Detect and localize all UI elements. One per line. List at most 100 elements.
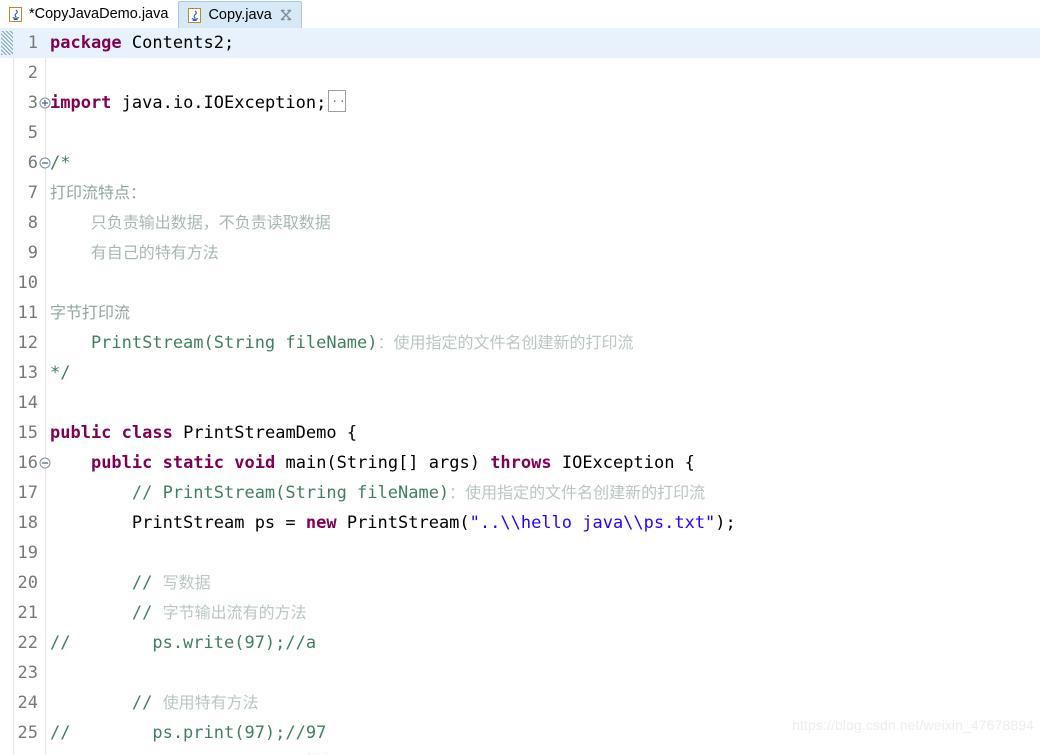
code-line[interactable]: 21 // 字节输出流有的方法 (0, 598, 1040, 628)
code-line[interactable]: 13 */ (0, 358, 1040, 388)
code-token: Contents2; (121, 33, 235, 53)
code-line-text: // PrintStream(String fileName)：使用指定的文件名… (50, 478, 705, 508)
code-token: // ps.write(97);//a (50, 633, 317, 653)
code-line[interactable]: 7 打印流特点： (0, 178, 1040, 208)
line-number: 6 (27, 153, 38, 173)
code-line[interactable]: 18 PrintStream ps = new PrintStream("..\… (0, 508, 1040, 538)
code-token: 打印流特点： (50, 183, 147, 202)
collapsed-code-box[interactable] (328, 87, 347, 117)
line-number: 13 (17, 363, 38, 383)
code-line[interactable]: 1 package Contents2; (0, 28, 1040, 58)
code-token: PrintStream( (336, 513, 470, 533)
line-number: 12 (17, 333, 38, 353)
code-line-text: // 字节输出流有的方法 (50, 598, 307, 628)
code-token: ：使用指定的文件名创建新的打印流 (449, 483, 706, 502)
editor-tab-bar: *CopyJavaDemo.java Copy.java (0, 0, 1040, 28)
code-line-text: // ps.write(97);//a (50, 628, 316, 658)
code-line-text: 只负责输出数据，不负责读取数据 (50, 208, 331, 238)
code-token: import (50, 93, 112, 113)
code-token: PrintStream ps = (50, 513, 306, 533)
code-token: void (234, 453, 276, 473)
close-icon[interactable] (280, 9, 292, 21)
code-token: // (50, 693, 163, 713)
code-token: PrintStream(String fileName) (50, 333, 378, 353)
line-number: 21 (17, 603, 38, 623)
code-editor[interactable]: 1 package Contents2; 2 3 import java.io.IOEx… (0, 28, 1040, 755)
code-line[interactable]: 2 (0, 58, 1040, 88)
code-token: 写数据 (162, 573, 211, 592)
code-token: package (50, 33, 122, 53)
java-file-icon (8, 7, 23, 22)
code-token: // (50, 573, 163, 593)
code-line[interactable]: 19 (0, 538, 1040, 568)
code-token: public (90, 453, 153, 473)
code-token: // ps.print(97);//97 (50, 723, 327, 743)
code-line[interactable]: 9 有自己的特有方法 (0, 238, 1040, 268)
code-line[interactable]: 23 (0, 658, 1040, 688)
code-line[interactable]: 6 /* (0, 148, 1040, 178)
code-line[interactable]: 17 // PrintStream(String fileName)：使用指定的… (0, 478, 1040, 508)
line-number: 16 (17, 453, 38, 473)
code-line-text: // ps.print(97);//97 (50, 718, 326, 748)
code-line[interactable]: 10 (0, 268, 1040, 298)
code-token: 字节输出流有的方法 (162, 603, 307, 622)
code-token: 使用特有方法 (162, 693, 259, 712)
line-number: 24 (17, 693, 38, 713)
code-line-text: */ (50, 358, 70, 388)
line-number: 25 (17, 723, 38, 743)
code-line-text: package Contents2; (50, 28, 234, 58)
editor-tab-label: Copy.java (208, 6, 272, 23)
line-number: 11 (17, 303, 38, 323)
code-token: 只负责输出数据，不负责读取数据 (50, 213, 331, 232)
code-line[interactable]: 5 (0, 118, 1040, 148)
line-number: 10 (17, 273, 38, 293)
line-number: 18 (17, 513, 38, 533)
editor-tab-active[interactable]: Copy.java (178, 1, 302, 28)
code-line[interactable]: 14 (0, 388, 1040, 418)
code-token: "..\\hello java\\ps.txt" (469, 513, 716, 533)
code-line[interactable]: 22 // ps.write(97);//a (0, 628, 1040, 658)
code-token: throws (490, 453, 552, 473)
code-token: // (50, 603, 163, 623)
code-line-text: PrintStream ps = new PrintStream("..\\he… (50, 508, 736, 538)
code-line[interactable]: 11 字节打印流 (0, 298, 1040, 328)
code-token: // PrintStream(String fileName) (50, 483, 450, 503)
line-number: 9 (27, 243, 38, 263)
code-line[interactable]: 16 public static void main(String[] args… (0, 448, 1040, 478)
code-line-text: /* (50, 148, 70, 178)
line-number: 17 (17, 483, 38, 503)
code-token: /* (50, 153, 71, 173)
code-line-text: public class PrintStreamDemo { (50, 418, 357, 448)
code-line[interactable]: 8 只负责输出数据，不负责读取数据 (0, 208, 1040, 238)
line-number: 3 (27, 93, 38, 113)
code-line-text: // 写数据 (50, 568, 211, 598)
line-number: 8 (27, 213, 38, 233)
editor-tab-inactive[interactable]: *CopyJavaDemo.java (0, 1, 179, 28)
code-token: ：使用指定的文件名创建新的打印流 (377, 333, 634, 352)
code-token: main(String[] args) (275, 453, 491, 473)
code-line-container: 1 package Contents2; 2 3 import java.io.IOEx… (0, 28, 1040, 755)
code-line[interactable]: 26 // ps.println();//换行 (0, 748, 1040, 755)
code-line[interactable]: 20 // 写数据 (0, 568, 1040, 598)
code-line-text: PrintStream(String fileName)：使用指定的文件名创建新… (50, 328, 634, 358)
code-line[interactable]: 24 // 使用特有方法 (0, 688, 1040, 718)
line-number: 23 (17, 663, 38, 683)
line-number: 20 (17, 573, 38, 593)
code-line-text: 打印流特点： (50, 178, 146, 208)
code-line[interactable]: 12 PrintStream(String fileName)：使用指定的文件名… (0, 328, 1040, 358)
line-number: 7 (27, 183, 38, 203)
editor-tab-label: *CopyJavaDemo.java (29, 6, 169, 23)
code-token: public (50, 423, 112, 443)
code-line-text: 有自己的特有方法 (50, 238, 219, 268)
code-line-text: public static void main(String[] args) t… (50, 448, 695, 478)
code-line-text: 字节打印流 (50, 298, 130, 328)
watermark-text: https://blog.csdn.net/weixin_47678894 (792, 717, 1034, 733)
code-line[interactable]: 15 public class PrintStreamDemo { (0, 418, 1040, 448)
code-token: IOException { (551, 453, 695, 473)
line-number: 1 (27, 33, 38, 53)
code-line[interactable]: 3 import java.io.IOException; (0, 87, 1040, 118)
java-file-icon (187, 7, 202, 23)
